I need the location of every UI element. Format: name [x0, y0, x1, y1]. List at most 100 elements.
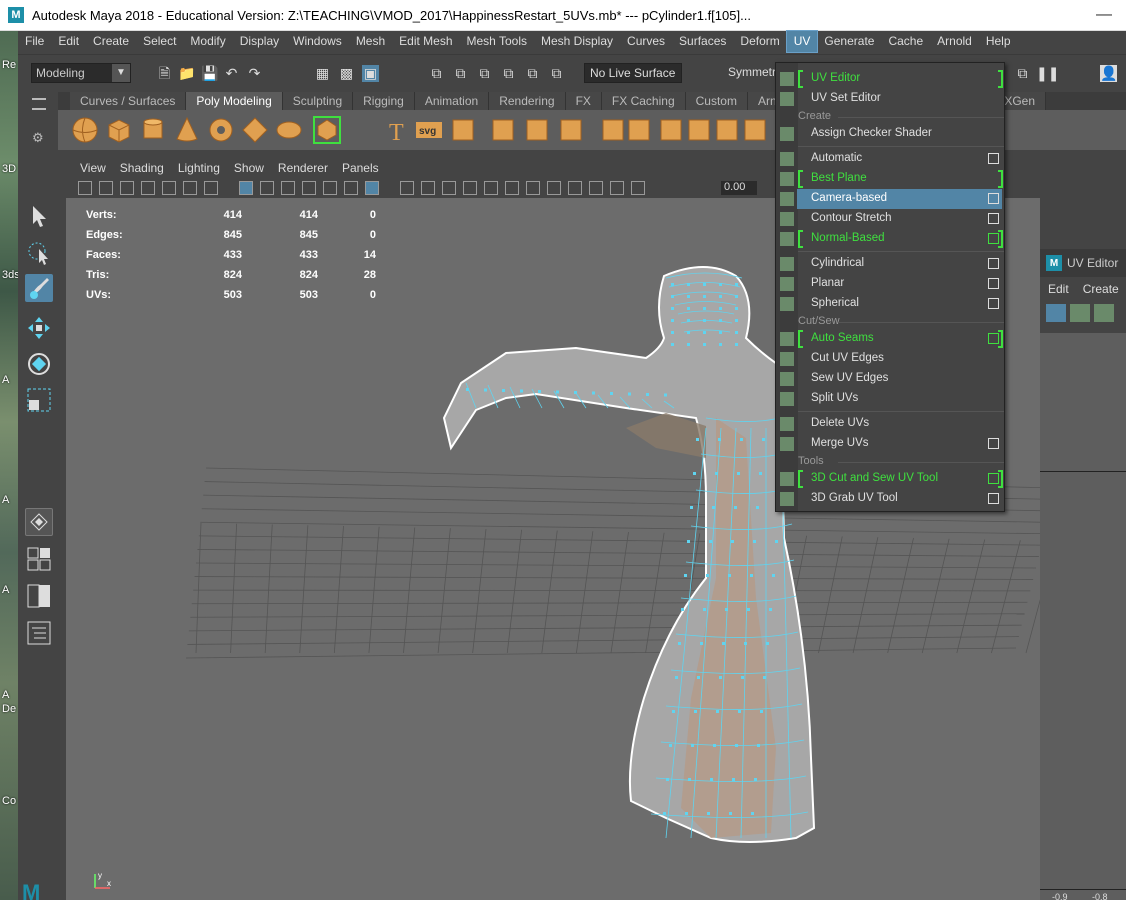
option-box-icon[interactable]	[988, 333, 999, 344]
viewport-toolbar-icon[interactable]	[365, 181, 379, 195]
shelf-tab-rendering[interactable]: Rendering	[489, 92, 566, 110]
viewport-toolbar-icon[interactable]	[505, 181, 519, 195]
shelf-tab-fx-caching[interactable]: FX Caching	[601, 92, 686, 110]
viewport-toolbar-icon[interactable]	[239, 181, 253, 195]
smooth-icon[interactable]	[712, 115, 742, 145]
shelf-tab-rigging[interactable]: Rigging	[353, 92, 415, 110]
menu-set-dropdown[interactable]: Modeling ▼	[31, 63, 131, 83]
viewport-toolbar-icon[interactable]	[526, 181, 540, 195]
menu-item-assign-checker-shader[interactable]: Assign Checker Shader	[776, 124, 1004, 144]
menu-display[interactable]: Display	[233, 31, 286, 52]
viewport-toolbar-icon[interactable]	[120, 181, 134, 195]
menu-item-split-uvs[interactable]: Split UVs	[776, 389, 1004, 409]
menu-item-delete-uvs[interactable]: Delete UVs	[776, 414, 1004, 434]
scale-tool-icon[interactable]	[25, 386, 53, 414]
cone-icon[interactable]	[172, 115, 202, 145]
snap-point-icon[interactable]: ⧉	[476, 65, 493, 82]
paint-select-tool-icon[interactable]	[25, 274, 53, 302]
text-icon[interactable]: T	[382, 115, 412, 145]
menu-item-sew-uv-edges[interactable]: Sew UV Edges	[776, 369, 1004, 389]
menu-item-contour-stretch[interactable]: Contour Stretch	[776, 209, 1004, 229]
option-box-icon[interactable]	[988, 438, 999, 449]
combine-icon[interactable]	[656, 115, 686, 145]
torus-icon[interactable]	[206, 115, 236, 145]
shelf-tab-custom[interactable]: Custom	[685, 92, 748, 110]
viewport-toolbar-icon[interactable]	[463, 181, 477, 195]
menu-item-uv-editor[interactable]: UV Editor	[776, 69, 1004, 89]
menu-generate[interactable]: Generate	[817, 31, 881, 52]
viewport-toolbar-icon[interactable]	[344, 181, 358, 195]
menu-item-uv-set-editor[interactable]: UV Set Editor	[776, 89, 1004, 109]
menu-arnold[interactable]: Arnold	[930, 31, 979, 52]
viewport-toolbar-icon[interactable]	[162, 181, 176, 195]
move-tool-icon[interactable]	[25, 314, 53, 342]
viewport-menu-show[interactable]: Show	[227, 161, 271, 175]
uv-toolbar-icon[interactable]	[1070, 304, 1090, 322]
viewport-toolbar-icon[interactable]	[589, 181, 603, 195]
bevel-icon[interactable]	[556, 115, 586, 145]
viewport-menu-panels[interactable]: Panels	[335, 161, 386, 175]
menu-item-normal-based[interactable]: Normal-Based	[776, 229, 1004, 249]
single-perspective-layout-icon[interactable]	[25, 508, 53, 536]
uv-toolbar-icon[interactable]	[1046, 304, 1066, 322]
viewport-toolbar-icon[interactable]	[568, 181, 582, 195]
uv-editor-canvas[interactable]: -0.9 -0.8	[1040, 333, 1126, 900]
viewport-menu-renderer[interactable]: Renderer	[271, 161, 335, 175]
menu-edit-mesh[interactable]: Edit Mesh	[392, 31, 459, 52]
open-scene-icon[interactable]: 📁	[178, 65, 195, 82]
shelf-tab-animation[interactable]: Animation	[414, 92, 490, 110]
menu-item-automatic[interactable]: Automatic	[776, 149, 1004, 169]
menu-item-planar[interactable]: Planar	[776, 274, 1004, 294]
user-icon[interactable]: 👤	[1100, 65, 1117, 82]
minimize-icon[interactable]: —	[1096, 6, 1112, 24]
shelf-tab-poly-modeling[interactable]: Poly Modeling	[186, 92, 283, 110]
menu-item-merge-uvs[interactable]: Merge UVs	[776, 434, 1004, 454]
sphere-icon[interactable]	[70, 115, 100, 145]
viewport-toolbar-icon[interactable]	[78, 181, 92, 195]
option-box-icon[interactable]	[988, 153, 999, 164]
menu-cache[interactable]: Cache	[881, 31, 930, 52]
option-box-icon[interactable]	[988, 193, 999, 204]
snap-grid-icon[interactable]: ⧉	[428, 65, 445, 82]
gear-icon[interactable]: ⚙	[32, 130, 44, 146]
snap-vertex-icon[interactable]: ⧉	[548, 65, 565, 82]
snap-curve-icon[interactable]: ⧉	[452, 65, 469, 82]
menu-uv[interactable]: UV	[785, 30, 819, 53]
svg-icon[interactable]: svg	[414, 115, 444, 145]
menu-item-3d-grab-uv-tool[interactable]: 3D Grab UV Tool	[776, 489, 1004, 509]
shelf-tab-curves-surfaces[interactable]: Curves / Surfaces	[70, 92, 187, 110]
pause-icon[interactable]: ❚❚	[1036, 65, 1059, 82]
viewport-toolbar-icon[interactable]	[323, 181, 337, 195]
option-box-icon[interactable]	[988, 278, 999, 289]
snap-view-icon[interactable]: ⧉	[500, 65, 517, 82]
outliner-layout-icon[interactable]	[25, 619, 53, 647]
select-hierarchy-icon[interactable]: ▦	[314, 65, 331, 82]
plane-icon[interactable]	[240, 115, 270, 145]
option-box-icon[interactable]	[988, 473, 999, 484]
menu-item-auto-seams[interactable]: Auto Seams	[776, 329, 1004, 349]
disc-icon[interactable]	[274, 115, 304, 145]
menu-help[interactable]: Help	[979, 31, 1018, 52]
uv-toolbar-icon[interactable]	[1094, 304, 1114, 322]
four-view-layout-icon[interactable]	[25, 545, 53, 573]
viewport-toolbar-icon[interactable]	[631, 181, 645, 195]
save-scene-icon[interactable]: 💾	[201, 65, 218, 82]
separate-icon[interactable]	[684, 115, 714, 145]
viewport-toolbar-icon[interactable]	[260, 181, 274, 195]
viewport-menu-view[interactable]: View	[73, 161, 113, 175]
super-shape-icon[interactable]	[312, 115, 342, 145]
viewport-toolbar-icon[interactable]	[141, 181, 155, 195]
menu-item-camera-based[interactable]: Camera-based	[780, 189, 1002, 209]
lasso-tool-icon[interactable]	[25, 239, 53, 267]
viewport-menu-lighting[interactable]: Lighting	[171, 161, 227, 175]
menu-item-cylindrical[interactable]: Cylindrical	[776, 254, 1004, 274]
viewport-toolbar-icon[interactable]	[484, 181, 498, 195]
redo-icon[interactable]: ↷	[246, 65, 263, 82]
menu-file[interactable]: File	[18, 31, 51, 52]
cylinder-icon[interactable]	[138, 115, 168, 145]
viewport-toolbar-icon[interactable]	[99, 181, 113, 195]
bridge-icon[interactable]	[624, 115, 654, 145]
viewport-toolbar-icon[interactable]	[442, 181, 456, 195]
viewport-menu-shading[interactable]: Shading	[113, 161, 171, 175]
merge-icon[interactable]	[522, 115, 552, 145]
